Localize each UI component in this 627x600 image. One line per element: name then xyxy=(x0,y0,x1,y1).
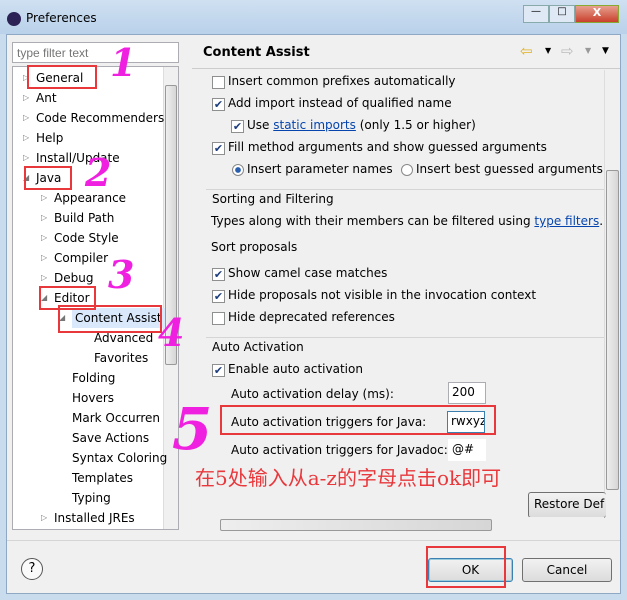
tree-item[interactable]: Templates xyxy=(72,468,133,488)
use-label: Use xyxy=(247,118,270,132)
option-label-fill: Fill method arguments and show guessed a… xyxy=(228,140,547,154)
tree-item[interactable]: Syntax Coloring xyxy=(72,448,167,468)
type-filters-link[interactable]: type filters xyxy=(534,214,599,228)
radio-param-label: Insert parameter names xyxy=(247,162,393,176)
annotation-number-3: 3 xyxy=(108,252,135,297)
back-icon[interactable]: ⇦ xyxy=(520,42,533,60)
checkbox-fill[interactable]: ✔ xyxy=(212,142,225,155)
annotation-box-java-triggers xyxy=(220,405,496,435)
page-hscroll-thumb[interactable] xyxy=(220,519,492,531)
tree-item[interactable]: Save Actions xyxy=(72,428,149,448)
expand-toggle-icon[interactable]: ▷ xyxy=(23,113,29,122)
static-note: (only 1.5 or higher) xyxy=(359,118,476,132)
eclipse-icon xyxy=(7,12,21,26)
radio-guess-label: Insert best guessed arguments xyxy=(416,162,603,176)
option-label-hide-depr: Hide deprecated references xyxy=(228,310,395,324)
view-menu-icon[interactable]: ▼ xyxy=(602,46,609,56)
back-menu-icon[interactable]: ▼ xyxy=(545,46,551,55)
forward-icon[interactable]: ⇨ xyxy=(561,42,574,60)
expand-toggle-icon[interactable]: ▷ xyxy=(41,273,47,282)
delay-label: Auto activation delay (ms): xyxy=(231,387,394,401)
annotation-note: 在5处输入从a-z的字母点击ok即可 xyxy=(195,466,502,490)
close-button[interactable]: X xyxy=(575,5,619,23)
delay-input[interactable]: 200 xyxy=(448,382,486,404)
restore-defaults-button[interactable]: Restore Def xyxy=(528,492,606,518)
title-bar: Preferences — □ X xyxy=(0,0,627,34)
javadoc-triggers-label: Auto activation triggers for Javadoc: xyxy=(231,443,448,457)
maximize-button[interactable]: □ xyxy=(549,5,575,23)
checkbox-hide-depr[interactable] xyxy=(212,312,225,325)
checkbox-camel[interactable]: ✔ xyxy=(212,268,225,281)
expand-toggle-icon[interactable]: ▷ xyxy=(23,133,29,142)
types-text: Types along with their members can be fi… xyxy=(211,214,603,228)
page-hscrollbar[interactable] xyxy=(206,517,604,533)
annotation-number-2: 2 xyxy=(85,150,112,195)
types-text-label: Types along with their members can be fi… xyxy=(211,214,531,228)
radio-param[interactable] xyxy=(232,164,244,176)
tree-item[interactable]: Folding xyxy=(72,368,115,388)
annotation-box-general xyxy=(27,65,97,89)
annotation-number-4: 4 xyxy=(158,310,185,355)
expand-toggle-icon[interactable]: ▷ xyxy=(41,253,47,262)
option-label-prefixes: Insert common prefixes automatically xyxy=(228,74,456,88)
tree-item[interactable]: Compiler xyxy=(54,248,108,268)
javadoc-triggers-input[interactable]: @# xyxy=(448,439,486,461)
checkbox-static[interactable]: ✔ xyxy=(231,120,244,133)
checkbox-import[interactable]: ✔ xyxy=(212,98,225,111)
page-scrollbar[interactable] xyxy=(604,70,620,515)
expand-toggle-icon[interactable]: ▷ xyxy=(41,193,47,202)
tree-item[interactable]: Favorites xyxy=(94,348,148,368)
tree-item[interactable]: Code Style xyxy=(54,228,119,248)
sort-proposals-label: Sort proposals xyxy=(211,240,298,254)
checkbox-hide-invis[interactable]: ✔ xyxy=(212,290,225,303)
tree-item[interactable]: Help xyxy=(36,128,63,148)
option-label-import: Add import instead of qualified name xyxy=(228,96,452,110)
option-label-static: Use static imports (only 1.5 or higher) xyxy=(247,118,476,132)
expand-toggle-icon[interactable]: ▷ xyxy=(23,153,29,162)
window-title: Preferences xyxy=(26,11,97,25)
tree-item[interactable]: Installed JREs xyxy=(54,508,135,528)
tree-item[interactable]: Mark Occurren xyxy=(72,408,160,428)
static-imports-link[interactable]: static imports xyxy=(273,118,356,132)
auto-activation-section-title: Auto Activation xyxy=(212,340,304,354)
tree-item[interactable]: Ant xyxy=(36,88,57,108)
checkbox-prefixes[interactable] xyxy=(212,76,225,89)
annotation-box-java xyxy=(24,166,72,190)
option-label-enable-auto: Enable auto activation xyxy=(228,362,363,376)
expand-toggle-icon[interactable]: ▷ xyxy=(41,513,47,522)
expand-toggle-icon[interactable]: ▷ xyxy=(41,233,47,242)
expand-toggle-icon[interactable]: ▷ xyxy=(23,93,29,102)
tree-item[interactable]: Build Path xyxy=(54,208,114,228)
annotation-number-5: 5 xyxy=(172,395,213,463)
expand-toggle-icon[interactable]: ▷ xyxy=(41,213,47,222)
option-label-hide-invis: Hide proposals not visible in the invoca… xyxy=(228,288,537,302)
annotation-box-ok xyxy=(426,546,506,588)
tree-item[interactable]: Debug xyxy=(54,268,93,288)
checkbox-enable-auto[interactable]: ✔ xyxy=(212,364,225,377)
annotation-box-content-assist xyxy=(58,305,162,333)
tree-item[interactable]: Typing xyxy=(72,488,111,508)
page-scroll-thumb[interactable] xyxy=(606,170,619,490)
page-title: Content Assist xyxy=(203,45,310,60)
minimize-button[interactable]: — xyxy=(523,5,549,23)
annotation-number-1: 1 xyxy=(110,40,137,85)
help-button[interactable]: ? xyxy=(21,558,43,580)
period: . xyxy=(599,214,604,228)
tree-item[interactable]: Code Recommenders xyxy=(36,108,164,128)
option-label-camel: Show camel case matches xyxy=(228,266,388,280)
cancel-button[interactable]: Cancel xyxy=(522,558,612,582)
filter-input[interactable] xyxy=(12,42,179,63)
sorting-section-title: Sorting and Filtering xyxy=(212,192,334,206)
tree-item[interactable]: Hovers xyxy=(72,388,114,408)
forward-menu-icon[interactable]: ▼ xyxy=(585,46,591,55)
radio-guess[interactable] xyxy=(401,164,413,176)
